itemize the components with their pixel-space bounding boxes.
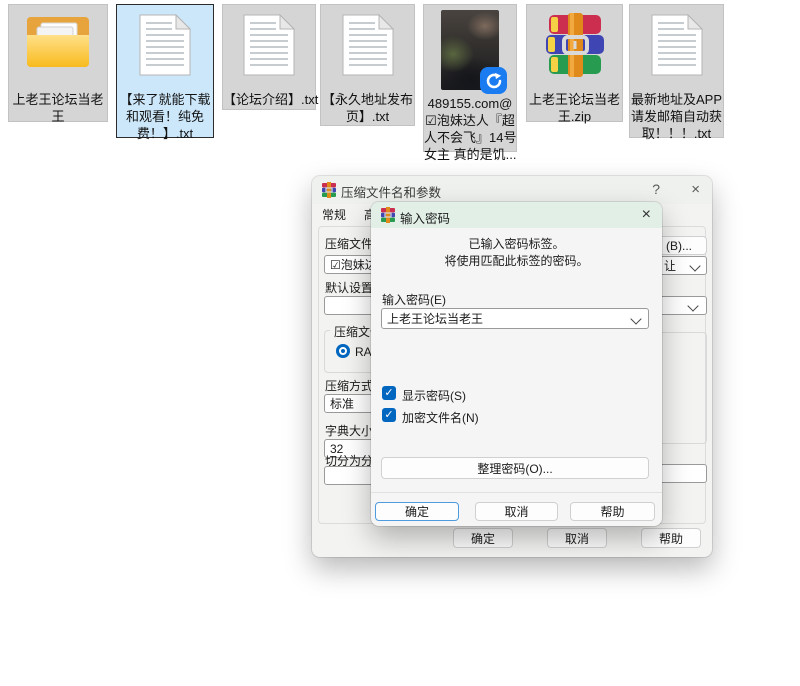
text-file-icon: [630, 13, 723, 77]
password-info-line1: 已输入密码标签。: [371, 236, 662, 253]
icon-label: 【来了就能下载 和观看！纯免 费！】.txt: [117, 91, 213, 142]
profile-label: 默认设置: [325, 279, 373, 296]
video-thumbnail: [441, 10, 499, 90]
desktop-icon-txt-address[interactable]: 【永久地址发布 页】.txt: [320, 4, 415, 126]
ok-button[interactable]: 确定: [453, 528, 513, 548]
dictionary-label: 字典大小: [325, 422, 373, 439]
icon-label: 【论坛介绍】.txt: [223, 91, 315, 108]
show-password-label: 显示密码(S): [402, 387, 466, 404]
chevron-down-icon: [630, 313, 641, 324]
desktop-icon-txt-intro[interactable]: 【论坛介绍】.txt: [222, 4, 316, 110]
desktop-icon-txt-newaddress[interactable]: 最新地址及APP 请发邮箱自动获 取！！！.txt: [629, 4, 724, 138]
cancel-button[interactable]: 取消: [547, 528, 607, 548]
tab-general[interactable]: 常规: [322, 206, 346, 223]
icon-label: 上老王论坛当老 王: [9, 91, 107, 125]
password-input[interactable]: 上老王论坛当老王: [381, 308, 649, 329]
password-dialog: 输入密码 × 已输入密码标签。 将使用匹配此标签的密码。 输入密码(E) 上老王…: [371, 202, 662, 526]
help-button[interactable]: 帮助: [570, 502, 655, 521]
text-file-icon: [223, 13, 315, 77]
winrar-icon: [380, 207, 396, 223]
close-icon[interactable]: ×: [691, 181, 700, 198]
footer-divider: [371, 492, 662, 493]
password-label: 输入密码(E): [382, 291, 446, 308]
desktop-icon-video[interactable]: 489155.com@ ☑泡妹达人『超 人不会飞』14号 女主 真的是饥...: [423, 4, 517, 152]
encrypt-names-checkbox[interactable]: ✓: [382, 408, 396, 422]
archive-dialog-title: 压缩文件名和参数: [341, 182, 441, 201]
desktop-icon-folder[interactable]: 上老王论坛当老 王: [8, 4, 108, 122]
encrypt-names-label: 加密文件名(N): [402, 409, 479, 426]
ok-button[interactable]: 确定: [375, 502, 459, 521]
password-info-line2: 将使用匹配此标签的密码。: [371, 253, 662, 270]
text-file-icon: [321, 13, 414, 77]
chevron-down-icon: [689, 260, 700, 271]
text-file-icon: [117, 13, 213, 77]
desktop-icon-zip[interactable]: 上老王论坛当老 王.zip: [526, 4, 623, 122]
icon-label: 上老王论坛当老 王.zip: [527, 91, 622, 125]
icon-label: 最新地址及APP 请发邮箱自动获 取！！！.txt: [630, 91, 723, 142]
format-radio-rar[interactable]: [336, 344, 350, 358]
winrar-archive-icon: [527, 13, 622, 77]
close-icon[interactable]: ×: [642, 206, 651, 224]
winrar-icon: [321, 182, 337, 198]
password-dialog-titlebar[interactable]: 输入密码 ×: [371, 202, 662, 228]
player-badge-icon: [480, 67, 507, 94]
help-button[interactable]: 帮助: [641, 528, 701, 548]
help-icon[interactable]: ?: [652, 181, 660, 197]
show-password-checkbox[interactable]: ✓: [382, 386, 396, 400]
password-dialog-title: 输入密码: [400, 208, 450, 227]
icon-label: 489155.com@ ☑泡妹达人『超 人不会飞』14号 女主 真的是饥...: [424, 95, 516, 163]
icon-label: 【永久地址发布 页】.txt: [321, 91, 414, 125]
folder-icon: [9, 13, 107, 73]
desktop: 上老王论坛当老 王 【来了就能下载 和观看！纯免 费！】.txt: [0, 0, 800, 686]
organize-passwords-button[interactable]: 整理密码(O)...: [381, 457, 649, 479]
method-label: 压缩方式: [325, 377, 373, 394]
chevron-down-icon: [687, 300, 698, 311]
cancel-button[interactable]: 取消: [475, 502, 558, 521]
archive-dialog-titlebar[interactable]: 压缩文件名和参数 ? ×: [312, 176, 712, 204]
desktop-icon-txt-selected[interactable]: 【来了就能下载 和观看！纯免 费！】.txt: [116, 4, 214, 138]
